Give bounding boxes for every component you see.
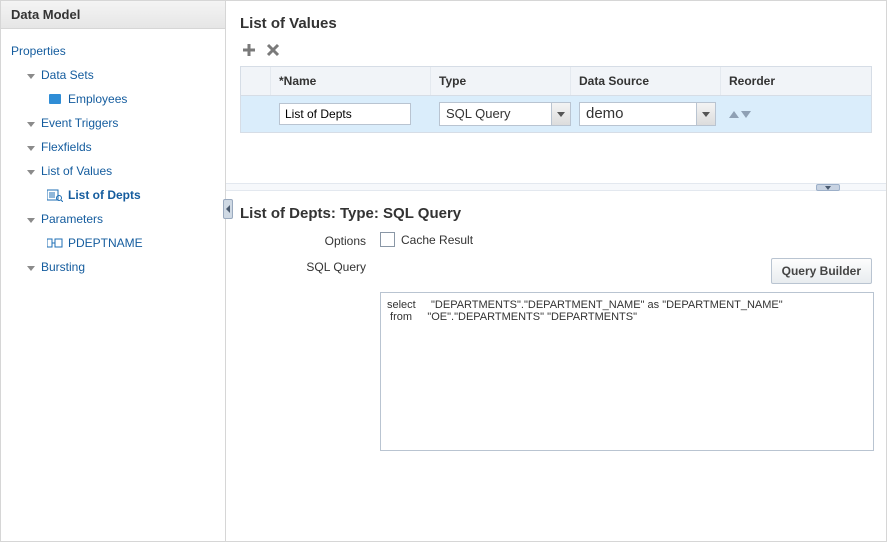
lov-icon [47, 188, 63, 202]
expand-icon [27, 266, 35, 271]
tree-label: Parameters [41, 212, 103, 226]
sql-query-textarea[interactable] [380, 292, 874, 451]
datasource-select[interactable]: demo [579, 102, 716, 126]
options-label: Options [240, 232, 380, 248]
tree-item-list-of-values[interactable]: List of Values [27, 159, 221, 183]
tree-label: PDEPTNAME [68, 236, 143, 250]
sidebar-title: Data Model [1, 1, 225, 29]
tree-label: Employees [68, 92, 127, 106]
collapse-handle[interactable] [816, 184, 840, 191]
col-data-source: Data Source [571, 67, 721, 95]
select-value: SQL Query [440, 103, 551, 125]
type-select[interactable]: SQL Query [439, 102, 571, 126]
tree-label: Bursting [41, 260, 85, 274]
tree-item-flexfields[interactable]: Flexfields [27, 135, 221, 159]
tree-label: Data Sets [41, 68, 94, 82]
tree-label: Flexfields [41, 140, 92, 154]
tree-item-data-sets[interactable]: Data Sets [27, 63, 221, 87]
expand-icon [27, 218, 35, 223]
splitter-handle[interactable] [223, 199, 233, 219]
chevron-down-icon [825, 186, 831, 190]
tree-item-event-triggers[interactable]: Event Triggers [27, 111, 221, 135]
parameter-icon [47, 236, 63, 250]
tree-label: List of Values [41, 164, 112, 178]
tree: Properties Data Sets Employees Event Tri… [1, 29, 225, 283]
table-header: *Name Type Data Source Reorder [241, 67, 871, 96]
col-name: *Name [271, 67, 431, 95]
tree-item-parameters[interactable]: Parameters [27, 207, 221, 231]
expand-icon [27, 122, 35, 127]
detail-title: List of Depts: Type: SQL Query [240, 205, 872, 222]
lov-table: *Name Type Data Source Reorder SQL Query [240, 66, 872, 133]
expand-icon [27, 74, 35, 79]
select-value: demo [580, 103, 696, 125]
page-title: List of Values [240, 15, 872, 32]
tree-label: Event Triggers [41, 116, 118, 130]
reorder-control[interactable] [729, 111, 751, 118]
cache-result-checkbox[interactable] [380, 232, 395, 247]
cache-result-label: Cache Result [401, 233, 473, 247]
chevron-left-icon [226, 205, 230, 213]
sidebar: Data Model Properties Data Sets Employee… [1, 1, 226, 541]
tree-item-employees[interactable]: Employees [47, 87, 221, 111]
move-down-icon [741, 111, 751, 118]
tree-item-pdeptname[interactable]: PDEPTNAME [47, 231, 221, 255]
tree-label: List of Depts [68, 188, 141, 202]
tree-label: Properties [11, 44, 66, 58]
tree-item-bursting[interactable]: Bursting [27, 255, 221, 279]
sql-query-label: SQL Query [240, 258, 380, 274]
chevron-down-icon [551, 103, 570, 125]
tree-item-properties[interactable]: Properties [11, 39, 221, 63]
tree-item-list-of-depts[interactable]: List of Depts [47, 183, 221, 207]
expand-icon [27, 170, 35, 175]
move-up-icon [729, 111, 739, 118]
table-row[interactable]: SQL Query demo [241, 96, 871, 132]
query-builder-button[interactable]: Query Builder [771, 258, 872, 284]
main-panel: List of Values *Name Type Data Source Re… [226, 1, 886, 541]
expand-icon [27, 146, 35, 151]
dataset-icon [47, 92, 63, 106]
delete-button[interactable] [264, 41, 282, 59]
add-button[interactable] [240, 41, 258, 59]
col-reorder: Reorder [721, 67, 871, 95]
chevron-down-icon [696, 103, 715, 125]
name-input[interactable] [279, 103, 411, 125]
col-type: Type [431, 67, 571, 95]
pane-divider[interactable] [226, 183, 886, 191]
